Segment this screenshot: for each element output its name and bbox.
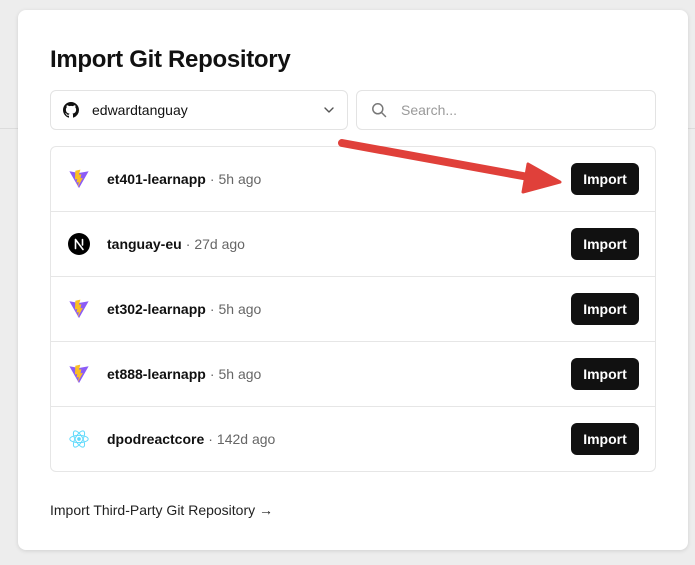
repo-name: tanguay-eu xyxy=(107,236,182,252)
search-icon xyxy=(371,102,387,118)
import-third-party-link[interactable]: Import Third-Party Git Repository → xyxy=(50,502,273,518)
react-icon xyxy=(67,427,91,451)
vite-icon xyxy=(67,362,91,386)
account-select[interactable]: edwardtanguay xyxy=(50,90,348,130)
import-button[interactable]: Import xyxy=(571,358,639,390)
repo-separator: · xyxy=(208,431,213,447)
repo-name: et401-learnapp xyxy=(107,171,206,187)
repo-list: et401-learnapp · 5h ago Import tanguay-e… xyxy=(50,146,656,472)
import-modal: Import Git Repository edwardtanguay et40… xyxy=(18,10,688,550)
repo-row: tanguay-eu · 27d ago Import xyxy=(51,212,655,277)
search-box xyxy=(356,90,656,130)
repo-separator: · xyxy=(209,171,215,187)
repo-row: et888-learnapp · 5h ago Import xyxy=(51,342,655,407)
repo-time: 142d ago xyxy=(216,431,276,447)
repo-time: 5h ago xyxy=(218,301,262,317)
repo-name: dpodreactcore xyxy=(107,431,205,447)
repo-separator: · xyxy=(209,301,215,317)
repo-row: et302-learnapp · 5h ago Import xyxy=(51,277,655,342)
nextjs-icon xyxy=(67,232,91,256)
import-button[interactable]: Import xyxy=(571,423,639,455)
repo-time: 5h ago xyxy=(218,366,262,382)
vite-icon xyxy=(67,167,91,191)
vite-icon xyxy=(67,297,91,321)
repo-name: et888-learnapp xyxy=(107,366,206,382)
repo-time: 27d ago xyxy=(194,236,245,252)
chevron-down-icon xyxy=(323,104,335,116)
github-icon xyxy=(63,102,79,118)
repo-row: dpodreactcore · 142d ago Import xyxy=(51,407,655,471)
page-title: Import Git Repository xyxy=(50,46,291,73)
search-input[interactable] xyxy=(399,101,641,119)
repo-separator: · xyxy=(185,236,191,252)
import-button[interactable]: Import xyxy=(571,163,639,195)
repo-name: et302-learnapp xyxy=(107,301,206,317)
account-name: edwardtanguay xyxy=(92,102,188,118)
repo-time: 5h ago xyxy=(218,171,262,187)
import-button[interactable]: Import xyxy=(571,293,639,325)
import-button[interactable]: Import xyxy=(571,228,639,260)
repo-separator: · xyxy=(209,366,215,382)
repo-row: et401-learnapp · 5h ago Import xyxy=(51,147,655,212)
